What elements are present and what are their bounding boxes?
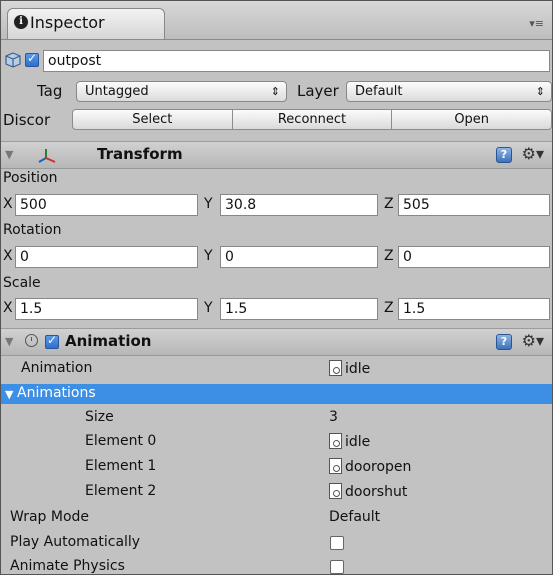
fold-arrow-icon: ▼ [5,388,14,401]
chevron-updown-icon: ⇕ [270,85,280,98]
position-label: Position [3,170,58,186]
prefab-select-button[interactable]: Select [72,109,233,130]
scale-z-field[interactable]: 1.5 [398,298,550,320]
scale-x-field[interactable]: 1.5 [15,298,198,320]
rotation-z-label: Z [384,248,394,264]
animation-clip-field[interactable]: idle [329,360,370,377]
clock-icon [25,334,38,347]
fold-arrow-icon: ▼ [5,335,14,348]
element-value: dooropen [345,459,412,475]
gear-icon[interactable]: ⚙▾ [522,144,544,163]
transform-title: Transform [97,145,183,163]
layer-value: Default [355,84,403,99]
animate-physics-checkbox[interactable] [330,560,344,574]
prefab-reconnect-button[interactable]: Reconnect [231,109,393,130]
rotation-z-field[interactable]: 0 [398,246,550,268]
element-field[interactable]: dooropen [329,458,411,475]
help-icon[interactable]: ? [496,334,512,350]
scale-x-label: X [3,300,13,316]
element-field[interactable]: idle [329,433,370,450]
prefab-open-button[interactable]: Open [391,109,552,130]
tab-inspector[interactable]: i Inspector [7,8,165,39]
size-label: Size [85,409,114,425]
animation-clip-label: Animation [21,360,93,376]
position-z-label: Z [384,196,394,212]
animation-title: Animation [65,332,152,350]
rotation-y-field[interactable]: 0 [220,246,378,268]
position-x-field[interactable]: 500 [15,194,198,216]
tab-bar: i Inspector ▾≡ [1,1,552,40]
panel-menu-icon[interactable]: ▾≡ [529,17,544,30]
fold-arrow-icon: ▼ [5,148,14,161]
wrap-mode-dropdown[interactable]: Default [329,509,380,525]
play-automatically-checkbox[interactable] [330,536,344,550]
chevron-updown-icon: ⇕ [535,85,545,98]
scale-label: Scale [3,275,41,291]
animations-label: Animations [17,385,96,401]
animation-enabled-checkbox[interactable] [45,333,59,349]
size-field[interactable]: 3 [329,409,338,425]
rotation-label: Rotation [3,222,62,238]
inspector-panel: i Inspector ▾≡ outpost Tag Untagged ⇕ La… [0,0,553,575]
element-label: Element 2 [85,483,157,499]
gear-icon[interactable]: ⚙▾ [522,331,544,350]
element-value: idle [345,434,371,450]
rotation-x-field[interactable]: 0 [15,246,198,268]
scale-y-label: Y [204,300,213,316]
animation-clip-icon [329,458,342,474]
transform-header[interactable]: ▼ Transform ? ⚙▾ [1,141,552,169]
layer-label: Layer [297,82,339,100]
object-active-checkbox[interactable] [25,51,39,67]
animation-clip-value: idle [345,361,371,377]
element-value: doorshut [345,484,408,500]
prefab-buttons: Select Reconnect Open [72,109,552,130]
element-label: Element 0 [85,433,157,449]
object-name-field[interactable]: outpost [43,50,550,72]
tab-label: Inspector [30,13,105,32]
animate-physics-label: Animate Physics [10,558,125,574]
animation-clip-icon [329,483,342,499]
scale-z-label: Z [384,300,394,316]
position-y-field[interactable]: 30.8 [220,194,378,216]
position-y-label: Y [204,196,213,212]
animation-clip-icon [329,360,342,376]
transform-axis-icon [38,149,56,163]
prefab-label: Discor [3,111,51,129]
element-field[interactable]: doorshut [329,483,407,500]
play-automatically-label: Play Automatically [10,534,141,550]
rotation-y-label: Y [204,248,213,264]
animations-array-row[interactable]: ▼ Animations [1,384,552,404]
position-x-label: X [3,196,13,212]
tag-value: Untagged [85,84,149,99]
info-icon: i [14,15,28,29]
help-icon[interactable]: ? [496,147,512,163]
animation-header[interactable]: ▼ Animation ? ⚙▾ [1,328,552,356]
prefab-cube-icon [5,52,21,68]
tag-dropdown[interactable]: Untagged ⇕ [76,81,287,102]
layer-dropdown[interactable]: Default ⇕ [346,81,552,102]
element-label: Element 1 [85,458,157,474]
tag-label: Tag [37,82,63,100]
position-z-field[interactable]: 505 [398,194,550,216]
scale-y-field[interactable]: 1.5 [220,298,378,320]
animation-clip-icon [329,433,342,449]
rotation-x-label: X [3,248,13,264]
wrap-mode-label: Wrap Mode [10,509,90,525]
